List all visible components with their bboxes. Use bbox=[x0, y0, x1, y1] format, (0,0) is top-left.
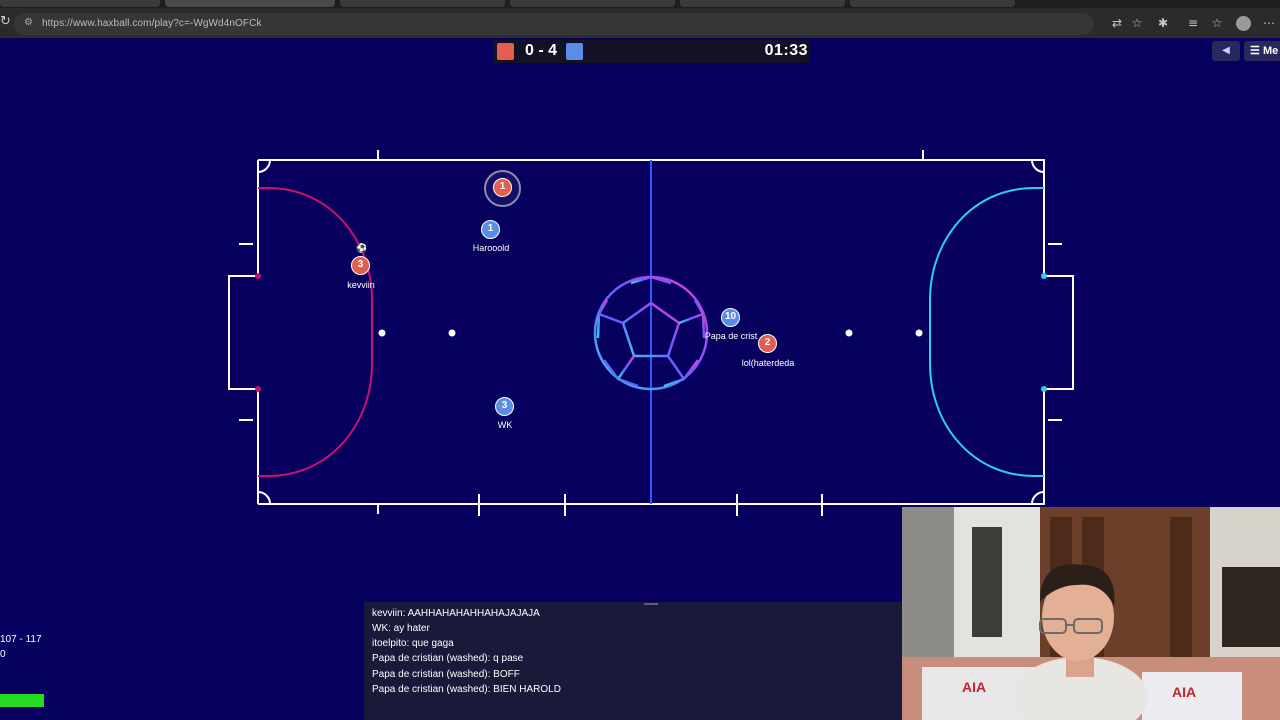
corner-arc bbox=[1031, 159, 1045, 173]
chat-message: WK: ay hater bbox=[372, 623, 430, 634]
chat-message: Papa de cristian (washed): q pase bbox=[372, 653, 524, 664]
chat-message: itoelpito: que gaga bbox=[372, 638, 454, 649]
player-name: lol(haterdeda bbox=[741, 358, 795, 368]
left-goal bbox=[228, 275, 258, 390]
menu-button[interactable]: ☰ Me bbox=[1244, 41, 1280, 61]
chat-message: kevviin: AAHHAHAHAHHAHAJAJAJA bbox=[372, 608, 540, 619]
score: 0 - 4 bbox=[524, 42, 557, 59]
penalty-spot bbox=[378, 329, 386, 337]
ping-stat: 0 bbox=[0, 649, 6, 660]
corner-arc bbox=[257, 491, 271, 505]
blue-team-indicator bbox=[566, 43, 583, 60]
penalty-spot bbox=[915, 329, 923, 337]
football-icon: ⚽ bbox=[356, 244, 368, 254]
sound-toggle-button[interactable]: ◀ bbox=[1212, 41, 1240, 61]
corner-arc bbox=[257, 159, 271, 173]
player-name: Harooold bbox=[472, 243, 510, 253]
penalty-spot bbox=[448, 329, 456, 337]
player-red-2: 2 bbox=[758, 334, 777, 353]
player-name: kevviin bbox=[347, 280, 375, 290]
right-goal bbox=[1044, 275, 1074, 390]
chat-message: Papa de cristian (washed): BIEN HAROLD bbox=[372, 684, 561, 695]
menu-icon: ☰ bbox=[1250, 45, 1260, 57]
svg-text:AIA: AIA bbox=[1172, 684, 1196, 700]
menu-label: Me bbox=[1262, 45, 1279, 57]
player-name: WK bbox=[497, 420, 513, 430]
player-blue-1: 1 bbox=[481, 220, 500, 239]
ping-graph bbox=[0, 694, 44, 707]
speaker-icon: ◀ bbox=[1222, 45, 1230, 56]
corner-arc bbox=[1031, 491, 1045, 505]
svg-text:AIA: AIA bbox=[962, 679, 986, 695]
penalty-spot bbox=[845, 329, 853, 337]
player-red-3: 3 bbox=[351, 256, 370, 275]
blue-penalty-area bbox=[929, 187, 1044, 477]
player-name: Papa de crist bbox=[704, 331, 758, 341]
player-red-1: 1 bbox=[493, 178, 512, 197]
player-blue-10: 10 bbox=[721, 308, 740, 327]
webcam-overlay: AIA AIA bbox=[902, 507, 1280, 720]
red-team-indicator bbox=[497, 43, 514, 60]
red-penalty-area bbox=[258, 187, 373, 477]
chat-message: Papa de cristian (washed): BOFF bbox=[372, 669, 520, 680]
player-blue-3: 3 bbox=[495, 397, 514, 416]
match-timer: 01:33 bbox=[764, 42, 808, 59]
fps-stat: 107 - 117 bbox=[0, 634, 42, 645]
chat-resize-handle[interactable] bbox=[644, 603, 658, 605]
